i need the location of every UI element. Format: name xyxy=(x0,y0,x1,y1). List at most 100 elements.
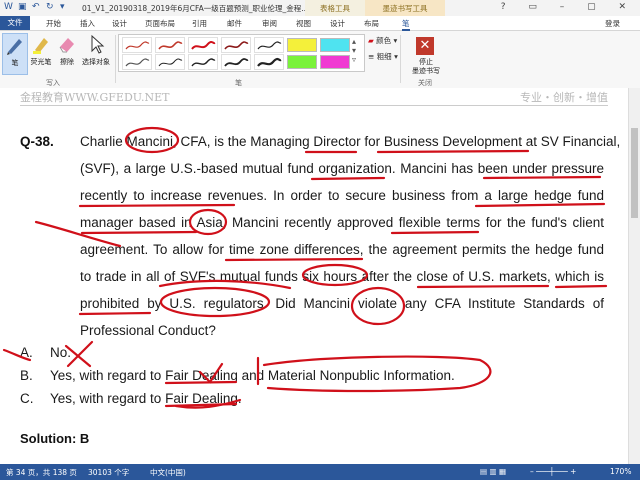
ink-arc-svf xyxy=(158,279,292,290)
eraser-button-label: 擦除 xyxy=(60,58,74,66)
pen-gallery[interactable]: ▴ ▾ ▿ xyxy=(118,34,365,72)
highlighter-swatch-green[interactable] xyxy=(287,55,317,69)
status-bar: 第 34 页，共 138 页 30103 个字 中文(中国) ▤ ▥ ▦ – ─… xyxy=(0,464,640,480)
tab-review[interactable]: 审阅 xyxy=(262,18,277,29)
close-group-label: 关闭 xyxy=(418,79,432,87)
pen-style-red-thin[interactable] xyxy=(122,37,152,53)
tab-file[interactable]: 文件 xyxy=(0,16,30,30)
cursor-icon xyxy=(91,34,105,54)
tab-insert[interactable]: 插入 xyxy=(80,18,95,29)
pen-style-black[interactable] xyxy=(254,37,284,53)
document-title: 01_V1_20190318_2019年6月CFA一级百题预测_职业伦理_金程.… xyxy=(82,4,309,13)
scrollbar-thumb[interactable] xyxy=(631,128,638,218)
tab-view[interactable]: 视图 xyxy=(296,18,311,29)
pen-style-black-thin[interactable] xyxy=(155,54,185,70)
stop-inking-label[interactable]: 停止 墨迹书写 xyxy=(405,58,447,76)
ink-tools-label: 墨迹书写工具 xyxy=(382,4,428,13)
ribbon-tabs: 文件 开始 插入 设计 页面布局 引用 邮件 审阅 视图 设计 布局 笔 登录 xyxy=(0,16,640,31)
ink-underline-prohibited xyxy=(78,311,152,316)
save-icon[interactable]: ▣ xyxy=(18,2,27,12)
login-link[interactable]: 登录 xyxy=(605,18,620,29)
zoom-level[interactable]: 170% xyxy=(610,467,631,476)
tab-table-design[interactable]: 设计 xyxy=(330,18,345,29)
pen-stroke-icon xyxy=(257,41,282,50)
ink-stroke-margin xyxy=(34,220,122,248)
eraser-button[interactable]: 擦除 xyxy=(56,33,78,73)
pen-button[interactable]: 笔 xyxy=(2,33,28,75)
ink-tools-context: 墨迹书写工具 xyxy=(365,0,445,16)
pen-style-gray[interactable] xyxy=(122,54,152,70)
vertical-scrollbar[interactable] xyxy=(628,88,640,464)
pen-stroke-icon xyxy=(158,41,183,50)
color-dropdown[interactable]: ▰ 颜色 ▾ xyxy=(368,35,397,46)
ink-underline-flexible-terms xyxy=(390,230,480,235)
stop-inking-icon[interactable]: ✕ xyxy=(416,37,434,55)
write-group-label: 写入 xyxy=(46,79,60,87)
document-page[interactable]: 金程教育WWW.GFEDU.NET 专业・创新・增值 Q-38. Charlie… xyxy=(0,88,628,464)
pen-stroke-icon xyxy=(191,58,216,67)
undo-icon[interactable]: ↶ xyxy=(32,2,40,12)
tab-design[interactable]: 设计 xyxy=(112,18,127,29)
view-mode-icons[interactable]: ▤ ▥ ▦ xyxy=(480,467,506,476)
page-count[interactable]: 第 34 页，共 138 页 xyxy=(6,467,77,478)
zoom-slider[interactable]: – ───┼─── + xyxy=(530,467,576,476)
table-tools-label: 表格工具 xyxy=(320,4,350,13)
pen-style-dark-red[interactable] xyxy=(221,37,251,53)
thickness-label: 粗细 xyxy=(376,52,392,61)
eraser-icon xyxy=(59,38,74,53)
word-count[interactable]: 30103 个字 xyxy=(88,467,129,478)
ink-circle-regulators xyxy=(159,286,271,318)
ink-underline-large-hedge-fund xyxy=(474,202,606,208)
ink-cross-option-a xyxy=(64,340,94,368)
ink-check-fair-dealing xyxy=(198,362,224,384)
pen-stroke-icon xyxy=(125,58,150,67)
window-controls[interactable]: ? ▭ – ▢ ✕ xyxy=(501,2,636,12)
color-label: 颜色 xyxy=(376,36,392,45)
ink-underline-fair-dealing-b xyxy=(164,380,238,385)
ink-underline-increase-revenues xyxy=(78,203,236,208)
thickness-dropdown[interactable]: ≡ 粗细 ▾ xyxy=(368,51,398,62)
ink-annotations xyxy=(2,126,608,409)
pen-stroke-icon xyxy=(191,41,216,50)
highlighter-icon xyxy=(33,38,48,54)
tab-page-layout[interactable]: 页面布局 xyxy=(145,18,175,29)
redo-icon[interactable]: ↻ xyxy=(46,2,54,12)
select-objects-button[interactable]: 选择对象 xyxy=(80,33,112,73)
pen-stroke-icon xyxy=(125,41,150,50)
ink-underline-business-development xyxy=(376,149,530,154)
pen-style-black-2[interactable] xyxy=(188,54,218,70)
ribbon: 笔 荧光笔 擦除 选择对象 写入 ▴ ▾ ▿ 笔 ▰ 颜色 ▾ ≡ 粗细 ▾ ✕… xyxy=(0,31,640,89)
pen-style-black-3[interactable] xyxy=(221,54,251,70)
ribbon-separator xyxy=(400,35,401,83)
ink-underline-manager-based xyxy=(80,230,198,235)
ink-circle-mancini xyxy=(124,126,180,154)
tab-pens[interactable]: 笔 xyxy=(402,18,410,31)
pen-stroke-icon xyxy=(257,57,282,67)
highlighter-button[interactable]: 荧光笔 xyxy=(28,33,54,73)
ink-stroke-option-b xyxy=(2,348,32,362)
pen-icon xyxy=(7,39,22,55)
gallery-scroll-icon[interactable]: ▴ ▾ ▿ xyxy=(352,37,356,64)
tab-mailings[interactable]: 邮件 xyxy=(227,18,242,29)
ink-circle-violate xyxy=(350,286,406,326)
select-objects-label: 选择对象 xyxy=(82,58,110,66)
ink-circle-asia xyxy=(188,208,228,236)
pen-style-red[interactable] xyxy=(155,37,185,53)
ink-box-material-nonpublic xyxy=(262,355,492,393)
ink-underline-organization xyxy=(310,176,386,181)
tab-table-layout[interactable]: 布局 xyxy=(364,18,379,29)
tab-home[interactable]: 开始 xyxy=(46,18,61,29)
highlighter-swatch-magenta[interactable] xyxy=(320,55,350,69)
pen-style-red-medium[interactable] xyxy=(188,37,218,53)
pen-style-black-4[interactable] xyxy=(254,54,284,70)
pen-button-label: 笔 xyxy=(11,59,19,67)
pen-stroke-icon xyxy=(158,58,183,67)
ribbon-separator xyxy=(115,35,116,83)
customize-qat-icon[interactable]: ▾ xyxy=(60,2,65,12)
tab-references[interactable]: 引用 xyxy=(192,18,207,29)
highlighter-swatch-cyan[interactable] xyxy=(320,38,350,52)
language-indicator[interactable]: 中文(中国) xyxy=(150,467,186,478)
highlighter-swatch-yellow[interactable] xyxy=(287,38,317,52)
ink-underline-under-pressure xyxy=(482,175,602,180)
ink-underline-time-zone xyxy=(224,257,364,262)
